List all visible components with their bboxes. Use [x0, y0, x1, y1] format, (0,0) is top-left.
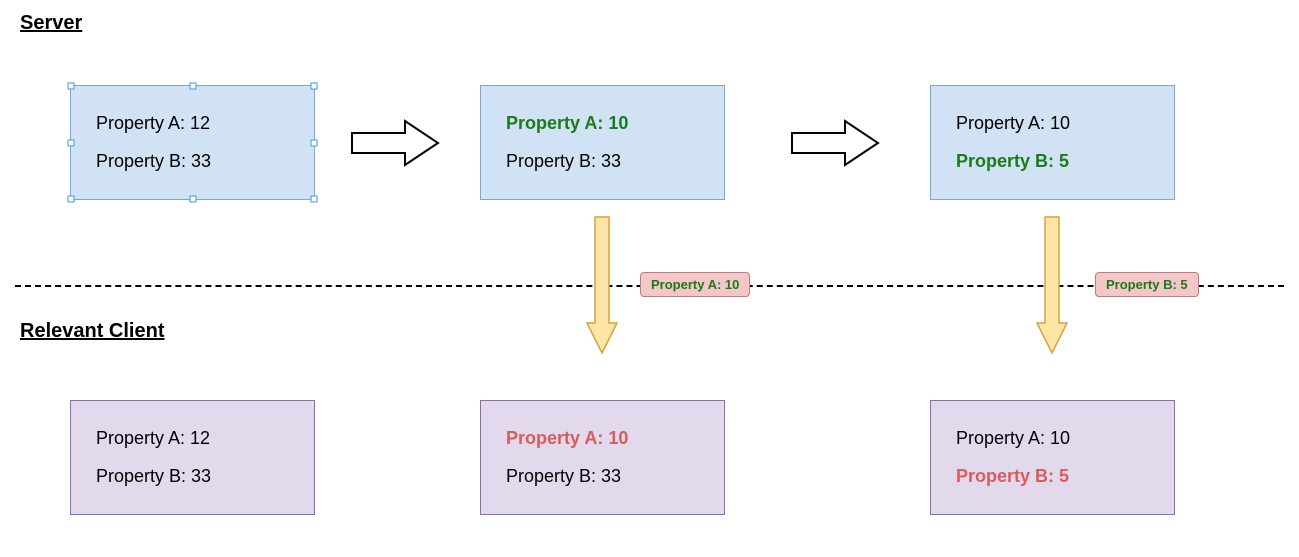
server-state-2: Property A: 10 Property B: 33	[480, 85, 725, 200]
client-state-1-prop-b: Property B: 33	[96, 466, 289, 487]
selection-handle	[68, 139, 75, 146]
client-state-2-prop-b: Property B: 33	[506, 466, 699, 487]
selection-handle	[68, 196, 75, 203]
server-state-2-prop-b: Property B: 33	[506, 151, 699, 172]
selection-handle	[311, 196, 318, 203]
selection-handle	[189, 196, 196, 203]
arrow-right-1	[350, 118, 440, 168]
server-state-1: Property A: 12 Property B: 33	[70, 85, 315, 200]
client-state-1: Property A: 12 Property B: 33	[70, 400, 315, 515]
selection-handle	[189, 83, 196, 90]
server-state-3-prop-a: Property A: 10	[956, 113, 1149, 134]
server-state-1-prop-b: Property B: 33	[96, 151, 289, 172]
client-state-3: Property A: 10 Property B: 5	[930, 400, 1175, 515]
server-section-label: Server	[20, 12, 82, 35]
selection-handle	[68, 83, 75, 90]
server-state-1-prop-a: Property A: 12	[96, 113, 289, 134]
client-state-1-prop-a: Property A: 12	[96, 428, 289, 449]
server-state-2-prop-a: Property A: 10	[506, 113, 699, 134]
server-state-3: Property A: 10 Property B: 5	[930, 85, 1175, 200]
client-state-3-prop-a: Property A: 10	[956, 428, 1149, 449]
arrow-down-1	[585, 215, 619, 345]
client-section-label: Relevant Client	[20, 320, 164, 343]
sync-message-2: Property B: 5	[1095, 272, 1199, 297]
client-state-3-prop-b: Property B: 5	[956, 466, 1149, 487]
arrow-down-2	[1035, 215, 1069, 345]
client-state-2-prop-a: Property A: 10	[506, 428, 699, 449]
sync-message-1: Property A: 10	[640, 272, 750, 297]
server-state-3-prop-b: Property B: 5	[956, 151, 1149, 172]
client-state-2: Property A: 10 Property B: 33	[480, 400, 725, 515]
arrow-right-2	[790, 118, 880, 168]
selection-handle	[311, 83, 318, 90]
selection-handle	[311, 139, 318, 146]
